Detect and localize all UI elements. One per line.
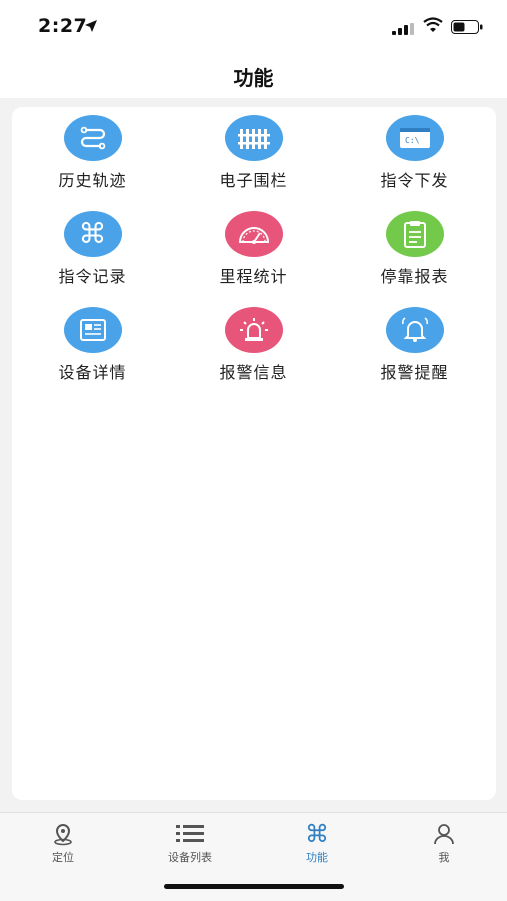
- clipboard-icon: [385, 211, 444, 257]
- command-icon: ⌘: [305, 820, 329, 848]
- tile-parking-report[interactable]: 停靠报表: [334, 211, 495, 295]
- terminal-icon: C:\: [385, 115, 444, 161]
- tab-functions[interactable]: ⌘ 功能: [254, 821, 380, 865]
- tile-send-command[interactable]: C:\ 指令下发: [334, 115, 495, 199]
- tab-label: 定位: [52, 851, 74, 864]
- command-icon: ⌘: [63, 211, 122, 257]
- tile-label: 设备详情: [58, 363, 127, 382]
- tile-label: 指令下发: [380, 171, 449, 190]
- tile-command-record[interactable]: ⌘ 指令记录: [12, 211, 173, 295]
- tile-label: 停靠报表: [380, 267, 449, 286]
- bell-icon: [385, 307, 444, 353]
- status-time: 2:27: [38, 15, 88, 37]
- tab-label: 我: [438, 851, 450, 864]
- location-icon: [0, 821, 126, 847]
- location-arrow-icon: [84, 18, 98, 37]
- tab-label: 功能: [306, 851, 328, 864]
- home-indicator[interactable]: [164, 884, 344, 889]
- speedometer-icon: [224, 211, 283, 257]
- tile-mileage-stats[interactable]: 里程统计: [173, 211, 334, 295]
- tile-alarm-reminder[interactable]: 报警提醒: [334, 307, 495, 391]
- navigation-bar: 功能: [0, 52, 507, 98]
- tile-label: 报警提醒: [380, 363, 449, 382]
- tab-label: 设备列表: [168, 851, 212, 864]
- function-card: 历史轨迹 电子围栏 C:\ 指令下发 ⌘ 指令记录 里程统计 停靠报表 设备详情…: [12, 107, 496, 800]
- list-icon: [127, 821, 253, 847]
- tile-alarm-info[interactable]: 报警信息: [173, 307, 334, 391]
- svg-text:C:\: C:\: [405, 136, 420, 145]
- function-grid: 历史轨迹 电子围栏 C:\ 指令下发 ⌘ 指令记录 里程统计 停靠报表 设备详情…: [12, 115, 496, 391]
- tile-device-details[interactable]: 设备详情: [12, 307, 173, 391]
- person-icon: [381, 821, 507, 847]
- tile-history-track[interactable]: 历史轨迹: [12, 115, 173, 199]
- tile-label: 里程统计: [219, 267, 288, 286]
- document-icon: [63, 307, 122, 353]
- tile-electronic-fence[interactable]: 电子围栏: [173, 115, 334, 199]
- tile-label: 指令记录: [58, 267, 127, 286]
- tab-location[interactable]: 定位: [0, 821, 126, 865]
- alarm-light-icon: [224, 307, 283, 353]
- tile-label: 报警信息: [219, 363, 288, 382]
- tab-device-list[interactable]: 设备列表: [127, 821, 253, 865]
- wifi-icon: [423, 17, 443, 37]
- page-title: 功能: [233, 66, 274, 90]
- cellular-signal-icon: [392, 20, 414, 39]
- tab-me[interactable]: 我: [381, 821, 507, 865]
- battery-icon: [451, 19, 483, 38]
- fence-icon: [224, 115, 283, 161]
- status-bar: 2:27: [0, 0, 507, 52]
- tile-label: 历史轨迹: [58, 171, 127, 190]
- route-icon: [63, 115, 122, 161]
- tile-label: 电子围栏: [219, 171, 288, 190]
